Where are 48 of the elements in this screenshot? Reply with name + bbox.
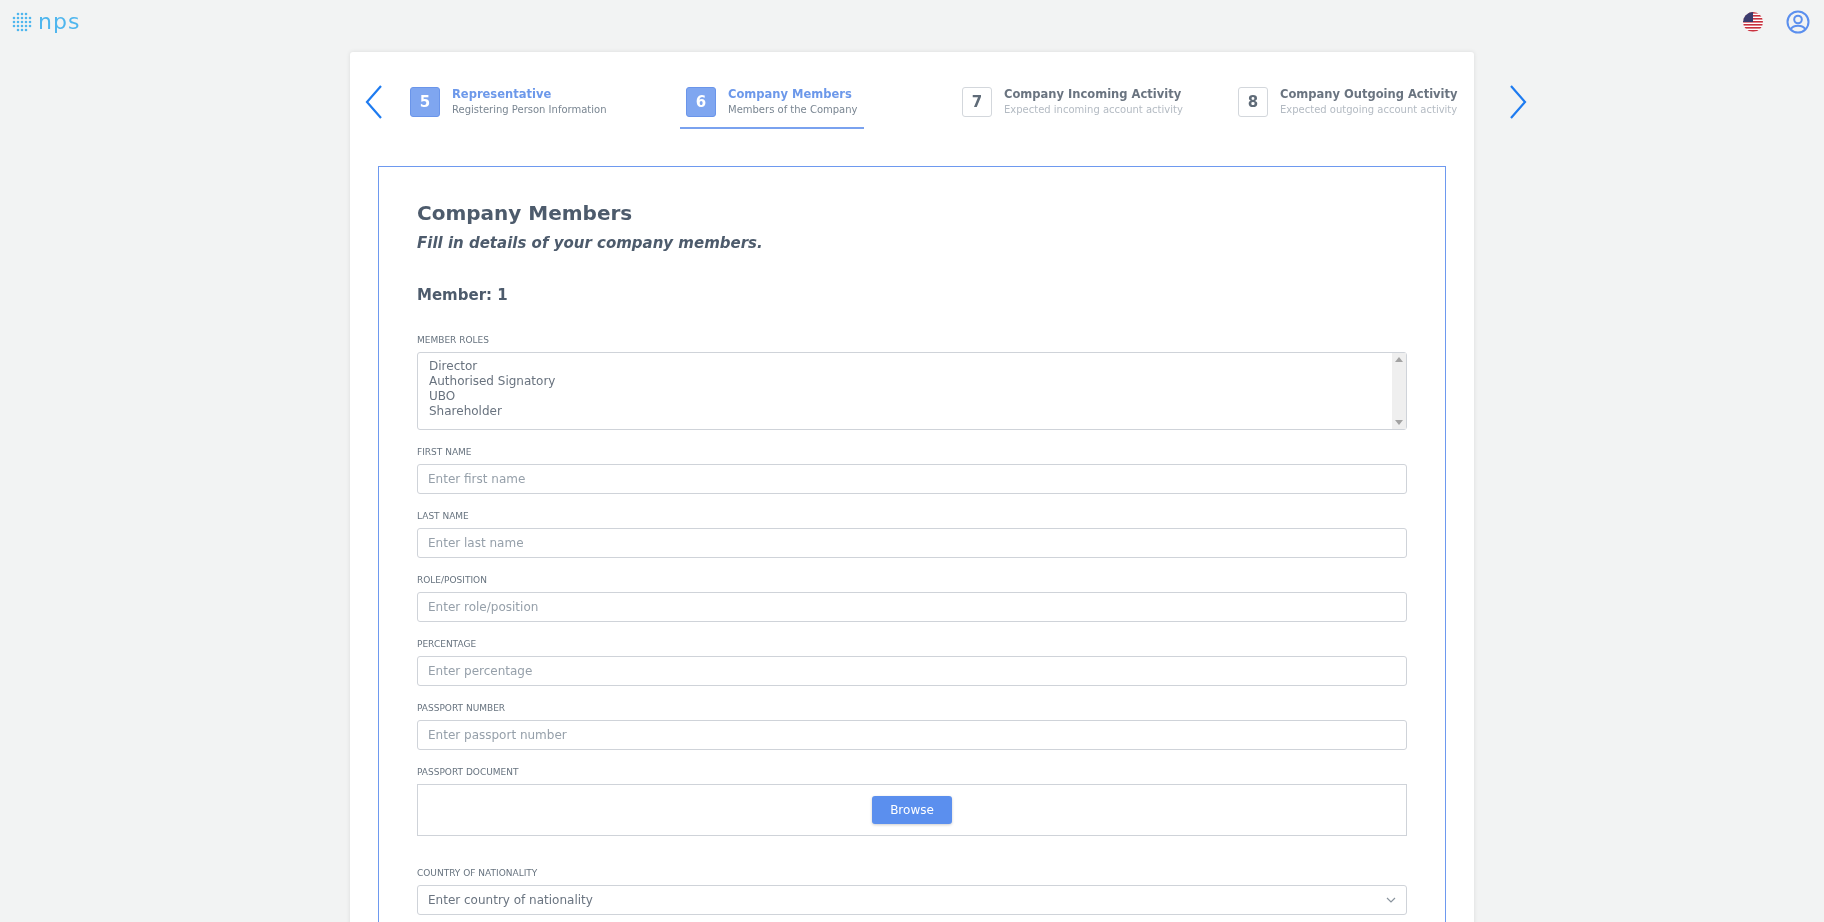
role-option[interactable]: Shareholder	[429, 404, 1381, 418]
step-title: Company Members	[728, 87, 853, 101]
roles-listbox[interactable]: Director Authorised Signatory UBO Shareholder	[417, 352, 1407, 430]
chevron-left-icon	[364, 84, 384, 120]
step-subtitle: Members of the Company	[728, 104, 858, 115]
step-number: 7	[962, 87, 992, 117]
step-title: Company Outgoing Activity	[1280, 87, 1458, 101]
input-field[interactable]: Enter role/position	[417, 592, 1407, 622]
role-option[interactable]: Director	[429, 359, 1381, 373]
step-subtitle: Registering Person Information	[452, 104, 607, 115]
chevron-right-icon	[1508, 84, 1528, 120]
logo-text: nps	[38, 11, 81, 33]
flag-icon[interactable]	[1742, 11, 1764, 33]
step-number: 8	[1238, 87, 1268, 117]
field-label: PERCENTAGE	[417, 638, 478, 650]
step-subtitle: Expected outgoing account activity	[1280, 104, 1458, 115]
input-field[interactable]: Enter first name	[417, 464, 1407, 494]
chevron-down-icon	[1386, 897, 1396, 903]
step-tab[interactable]: 5 Representative Registering Person Information	[404, 79, 613, 129]
input-field[interactable]: Enter last name	[417, 528, 1407, 558]
step-subtitle: Expected incoming account activity	[1004, 104, 1183, 115]
step-title: Representative	[452, 87, 553, 101]
role-option[interactable]: Authorised Signatory	[429, 374, 1381, 388]
form-subtitle: Fill in details of your company members.	[417, 234, 764, 252]
step-tab[interactable]: 6 Company Members Members of the Company	[680, 79, 864, 129]
field-label: FIRST NAME	[417, 446, 473, 458]
browse-button[interactable]: Browse	[872, 796, 952, 824]
step-tab[interactable]: 7 Company Incoming Activity Expected incoming account activity	[956, 79, 1189, 129]
field-label: PASSPORT NUMBER	[417, 702, 507, 714]
step-tab[interactable]: 8 Company Outgoing Activity Expected outgoing account activity	[1232, 79, 1464, 129]
dots-grid-icon	[12, 12, 32, 32]
step-number: 5	[410, 87, 440, 117]
scroll-down-icon[interactable]	[1395, 420, 1403, 425]
step-number: 6	[686, 87, 716, 117]
field-label: LAST NAME	[417, 510, 470, 522]
scroll-up-icon[interactable]	[1395, 357, 1403, 362]
country-select[interactable]: Enter country of nationality	[417, 885, 1407, 915]
user-avatar-icon[interactable]	[1786, 10, 1810, 34]
input-field[interactable]: Enter percentage	[417, 656, 1407, 686]
field-label: PASSPORT DOCUMENT	[417, 766, 520, 778]
field-label: MEMBER ROLES	[417, 334, 490, 346]
field-label: COUNTRY OF NATIONALITY	[417, 867, 539, 879]
member-heading: Member: 1	[417, 286, 509, 304]
form-title: Company Members	[417, 201, 634, 225]
step-title: Company Incoming Activity	[1004, 87, 1183, 101]
field-label: ROLE/POSITION	[417, 574, 488, 586]
role-option[interactable]: UBO	[429, 389, 1381, 403]
input-field[interactable]: Enter passport number	[417, 720, 1407, 750]
